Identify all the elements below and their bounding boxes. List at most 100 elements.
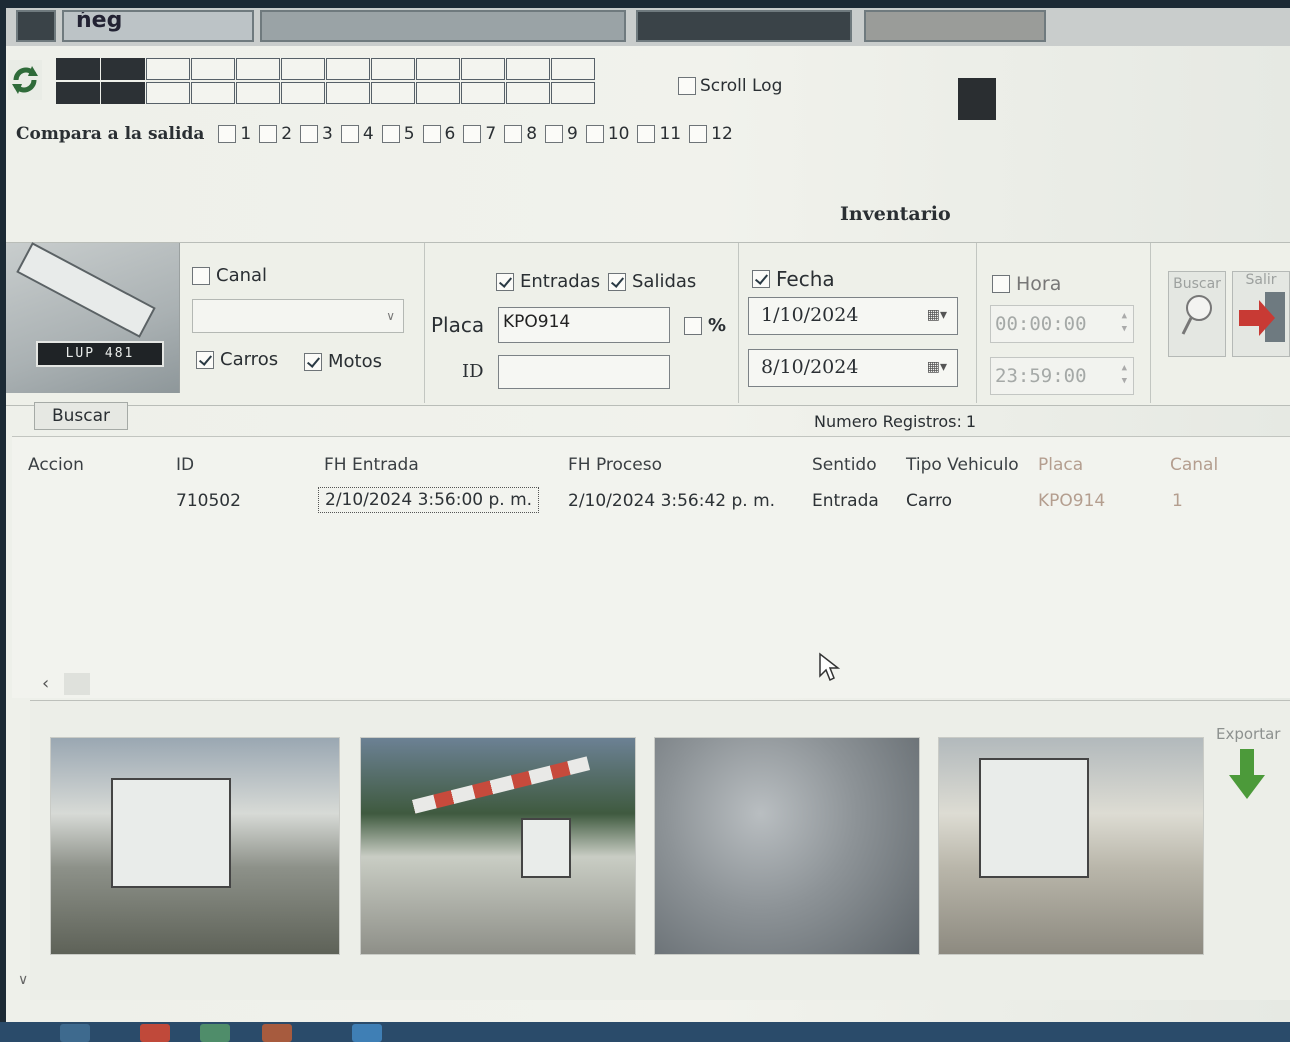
cell-sentido[interactable]: Entrada [812,491,879,511]
compara-option[interactable]: 8 [504,124,537,144]
compara-checkbox[interactable] [218,125,237,143]
hora-option[interactable]: Hora [992,273,1061,295]
camera-thumbnail[interactable] [16,10,56,42]
compara-option[interactable]: 2 [259,124,292,144]
compara-checkbox[interactable] [689,125,708,143]
buscar-button[interactable]: Buscar [34,402,128,430]
scroll-left-icon[interactable]: ‹ [42,673,49,694]
layout-cell[interactable] [56,82,100,104]
capture-image[interactable] [938,737,1204,955]
compara-option[interactable]: 12 [689,124,733,144]
entradas-option[interactable]: Entradas [496,271,600,292]
salidas-option[interactable]: Salidas [608,271,696,292]
compara-option[interactable]: 11 [637,124,681,144]
layout-cell[interactable] [461,58,505,80]
fecha-checkbox[interactable] [752,270,770,288]
layout-cell[interactable] [281,58,325,80]
compara-option[interactable]: 10 [585,124,629,144]
taskbar-app-icon[interactable] [60,1024,90,1042]
layout-cell[interactable] [416,82,460,104]
compara-option[interactable]: 9 [545,124,578,144]
compara-checkbox[interactable] [504,125,523,143]
percent-checkbox[interactable] [684,316,702,335]
exportar-button[interactable]: Exportar [1216,725,1280,817]
compara-option[interactable]: 3 [300,124,333,144]
layout-cell[interactable] [236,82,280,104]
layout-cell[interactable] [461,82,505,104]
cell-placa[interactable]: KPO914 [1038,491,1105,511]
entradas-checkbox[interactable] [496,272,514,291]
compara-option[interactable]: 6 [422,124,455,144]
layout-cell[interactable] [101,82,145,104]
layout-cell[interactable] [551,58,595,80]
scroll-down-icon[interactable]: ∨ [18,972,28,988]
taskbar-app-icon[interactable] [262,1024,292,1042]
calendar-icon[interactable]: ▦▾ [927,307,947,323]
taskbar-app-icon[interactable] [352,1024,382,1042]
placa-input[interactable]: KPO914 [498,307,670,343]
spinner-icon[interactable]: ▲ ▼ [1122,362,1127,388]
carros-checkbox[interactable] [196,350,214,369]
fecha-hasta-picker[interactable]: 8/10/2024 ▦▾ [748,349,958,387]
scroll-log-checkbox[interactable] [678,77,696,95]
layout-cell[interactable] [416,58,460,80]
scroll-log-option[interactable]: Scroll Log [678,76,782,96]
camera-thumbnail[interactable] [864,10,1046,42]
hora-desde-input[interactable]: 00:00:00 ▲ ▼ [990,305,1134,343]
cell-canal[interactable]: 1 [1172,491,1183,511]
hora-hasta-input[interactable]: 23:59:00 ▲ ▼ [990,357,1134,395]
cell-id[interactable]: 710502 [176,491,241,511]
salidas-checkbox[interactable] [608,272,626,291]
camera-thumbnail[interactable]: ńeg [62,10,254,42]
motos-checkbox[interactable] [304,352,322,371]
carros-option[interactable]: Carros [196,349,278,370]
compara-checkbox[interactable] [545,125,564,143]
taskbar-app-icon[interactable] [200,1024,230,1042]
compara-checkbox[interactable] [259,125,278,143]
layout-cell[interactable] [191,82,235,104]
layout-cell[interactable] [146,82,190,104]
compara-checkbox[interactable] [340,125,359,143]
compara-checkbox[interactable] [637,125,656,143]
buscar-big-button[interactable]: Buscar [1168,271,1226,357]
camera-thumbnail[interactable] [260,10,626,42]
capture-image[interactable] [360,737,636,955]
fecha-desde-picker[interactable]: 1/10/2024 ▦▾ [748,297,958,335]
layout-cell[interactable] [56,58,100,80]
compara-checkbox[interactable] [463,125,482,143]
calendar-icon[interactable]: ▦▾ [927,359,947,375]
motos-option[interactable]: Motos [304,351,382,372]
compara-option[interactable]: 1 [218,124,251,144]
salir-button[interactable]: Salir [1232,271,1290,357]
compara-checkbox[interactable] [585,125,604,143]
layout-cell[interactable] [371,58,415,80]
spinner-icon[interactable]: ▲ ▼ [1122,310,1127,336]
capture-image[interactable] [654,737,920,955]
column-header-canal[interactable]: Canal [1170,455,1218,475]
column-header-fh-entrada[interactable]: FH Entrada [324,455,419,475]
id-input[interactable] [498,355,670,389]
cell-tipo-vehiculo[interactable]: Carro [906,491,952,511]
layout-cell[interactable] [191,58,235,80]
layout-cell[interactable] [236,58,280,80]
layout-cell[interactable] [506,82,550,104]
column-header-sentido[interactable]: Sentido [812,455,877,475]
compara-option[interactable]: 7 [463,124,496,144]
horizontal-scrollbar-thumb[interactable] [64,673,90,695]
layout-cell[interactable] [326,82,370,104]
cell-fh-proceso[interactable]: 2/10/2024 3:56:42 p. m. [568,491,775,511]
layout-cell[interactable] [326,58,370,80]
layout-cell[interactable] [281,82,325,104]
compara-option[interactable]: 4 [340,124,374,144]
layout-cell[interactable] [506,58,550,80]
compara-checkbox[interactable] [300,125,319,143]
column-header-tipo-vehiculo[interactable]: Tipo Vehiculo [906,455,1019,475]
hora-checkbox[interactable] [992,275,1010,293]
cell-fh-entrada[interactable]: 2/10/2024 3:56:00 p. m. [318,487,540,513]
capture-image[interactable] [50,737,340,955]
canal-option[interactable]: Canal [192,265,267,286]
taskbar-app-icon[interactable] [140,1024,170,1042]
fecha-option[interactable]: Fecha [752,267,835,291]
layout-cell[interactable] [371,82,415,104]
column-header-accion[interactable]: Accion [28,455,84,475]
